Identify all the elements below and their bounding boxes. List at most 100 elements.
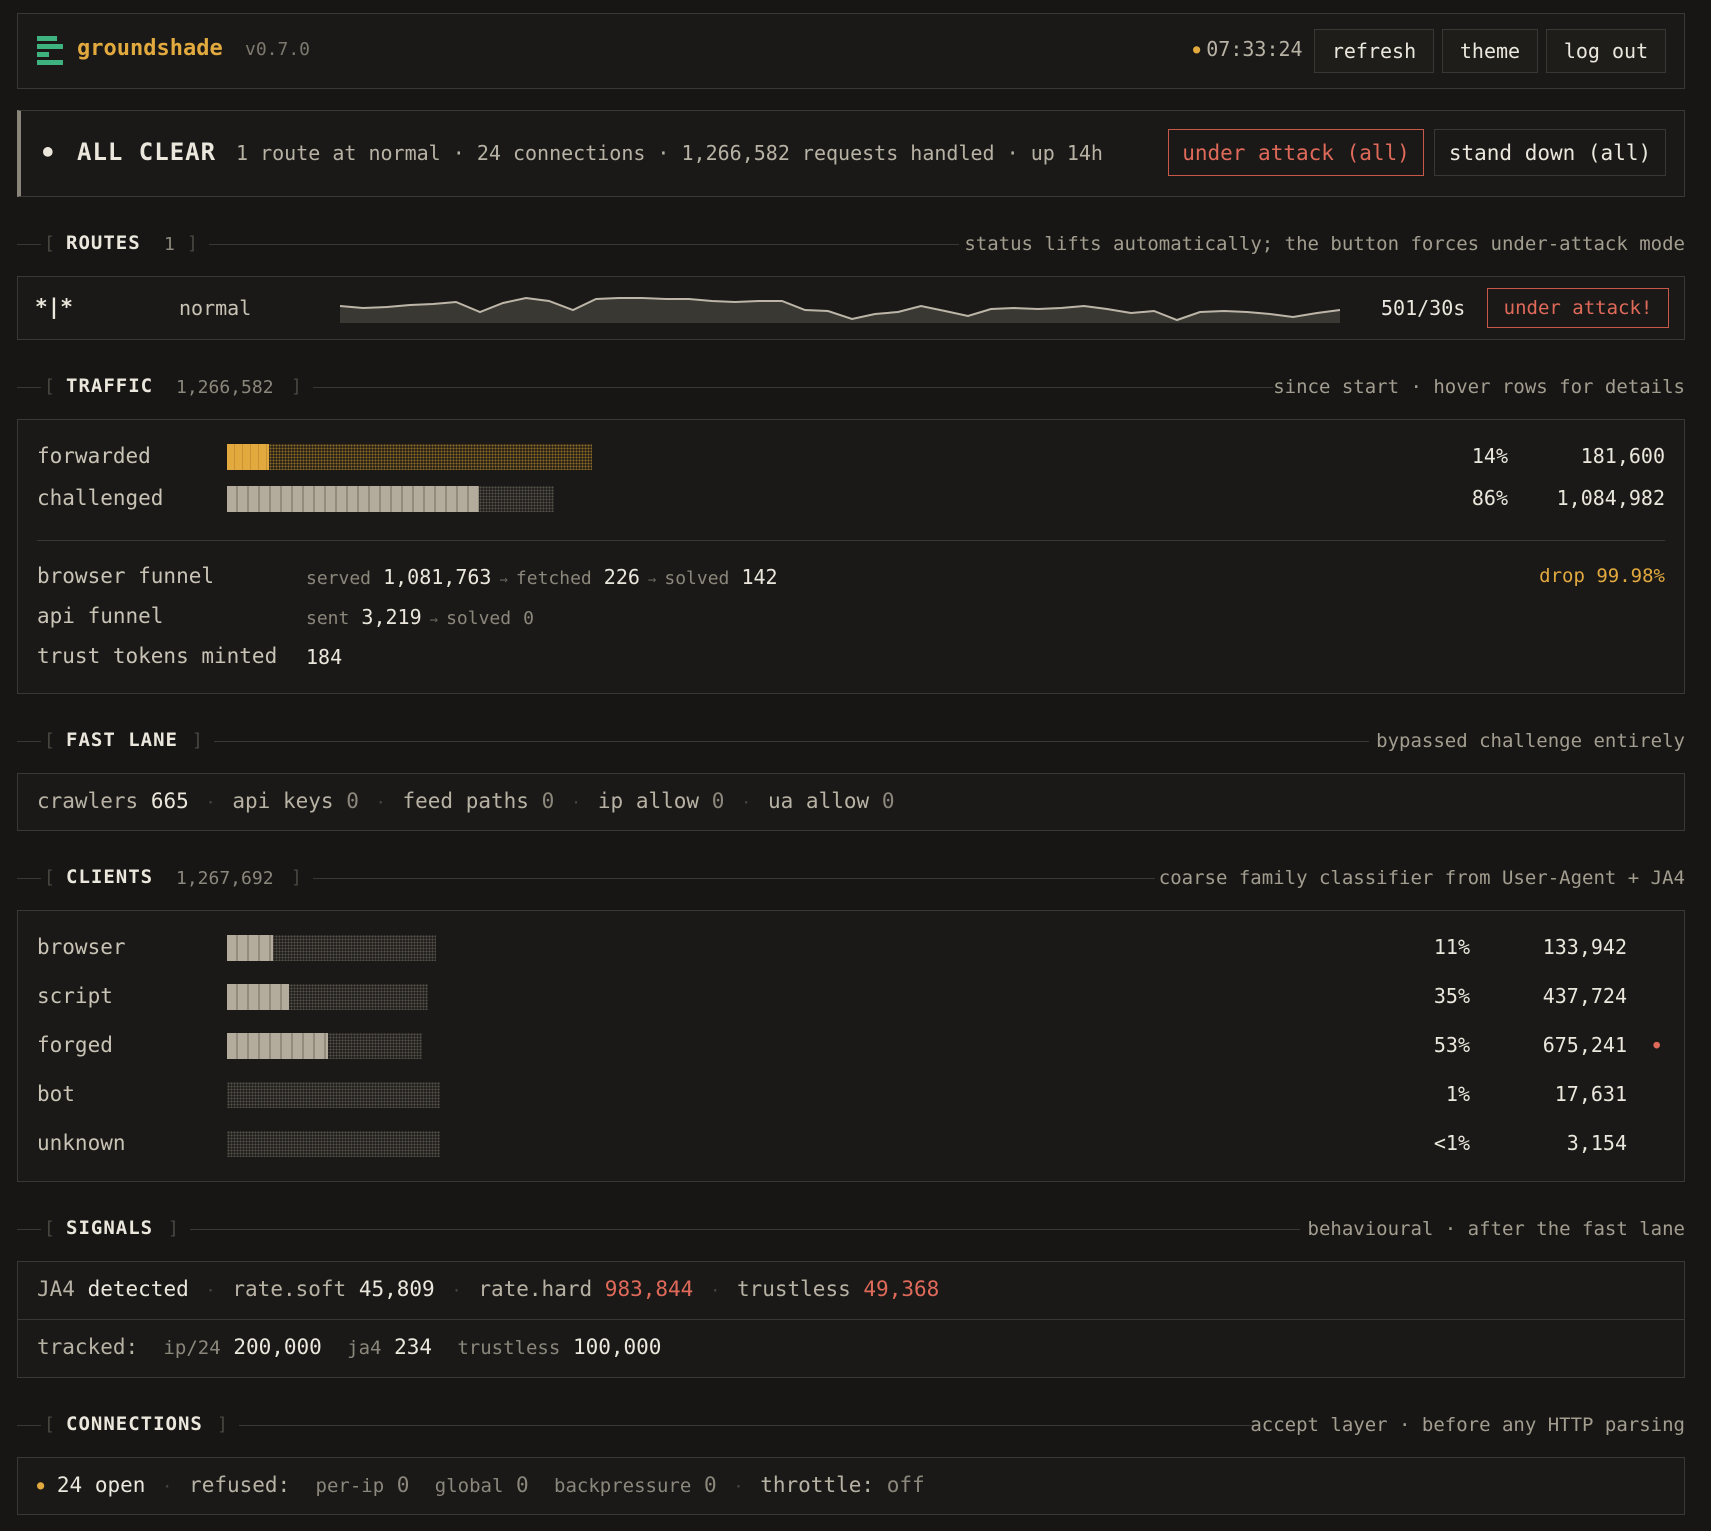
- signals-counts: JA4 detected · rate.soft 45,809 · rate.hard …: [37, 1277, 940, 1301]
- bar-fill: [227, 935, 273, 961]
- fastlane-item: ua allow 0: [768, 789, 895, 813]
- connections-row: ● 24 open · refused: per-ip 0 global 0 bac…: [37, 1473, 925, 1497]
- bot-bar: [227, 1082, 440, 1108]
- row-label: forwarded: [37, 444, 151, 468]
- row-value: 133,942: [1542, 935, 1627, 959]
- app-version: v0.7.0: [245, 39, 311, 60]
- open-dot-icon: ●: [37, 1478, 45, 1492]
- forged-bar: [227, 1033, 422, 1059]
- top-bar: groundshade v0.7.0 ● 07:33:24 refresh the…: [17, 13, 1685, 89]
- signals-tracked: tracked: ip/24 200,000 ja4 234 trustless…: [37, 1335, 662, 1359]
- section-title: SIGNALS: [66, 1217, 154, 1239]
- row-label: unknown: [37, 1131, 126, 1155]
- traffic-section-header: [ TRAFFIC 1,266,582 ] since start · hove…: [17, 373, 1685, 403]
- arrow-icon: →: [429, 612, 439, 628]
- row-percent: 53%: [1433, 1033, 1470, 1057]
- row-label: bot: [37, 1082, 75, 1106]
- browser-funnel: served 1,081,763 → fetched 226 → solved 142: [306, 565, 778, 589]
- unknown-bar: [227, 1131, 440, 1157]
- route-pattern: *|*: [35, 295, 73, 319]
- status-summary: 1 route at normal · 24 connections · 1,2…: [236, 141, 1103, 165]
- status-title: ALL CLEAR: [77, 138, 217, 166]
- clock-time: 07:33:24: [1206, 37, 1303, 61]
- section-note: coarse family classifier from User-Agent…: [1158, 867, 1685, 889]
- row-percent: 11%: [1433, 935, 1470, 959]
- row-value: 675,241: [1542, 1033, 1627, 1057]
- trust-tokens-label: trust tokens minted: [37, 644, 278, 668]
- browser-bar: [227, 935, 436, 961]
- browser-funnel-label: browser funnel: [37, 564, 215, 588]
- row-label: challenged: [37, 486, 164, 510]
- route-status: normal: [179, 296, 252, 320]
- fastlane-item: crawlers 665: [37, 789, 189, 813]
- section-note: accept layer · before any HTTP parsing: [1250, 1414, 1685, 1436]
- challenged-bar: [227, 486, 554, 512]
- stand-down-all-button[interactable]: stand down (all): [1434, 129, 1666, 176]
- logo-icon: [37, 36, 63, 66]
- route-rate: 501/30s: [1381, 296, 1466, 320]
- section-note: bypassed challenge entirely: [1376, 730, 1685, 752]
- connections-panel: ● 24 open · refused: per-ip 0 global 0 bac…: [17, 1457, 1685, 1515]
- bar-fill: [227, 984, 289, 1010]
- row-value: 181,600: [1580, 444, 1665, 468]
- forwarded-bar: [227, 444, 592, 470]
- fastlane-item: api keys 0: [232, 789, 359, 813]
- fastlane-item: feed paths 0: [402, 789, 555, 813]
- alert-dot-icon: ●: [1653, 1038, 1660, 1051]
- row-label: script: [37, 984, 113, 1008]
- status-dot-icon: ●: [43, 141, 53, 160]
- under-attack-all-button[interactable]: under attack (all): [1168, 129, 1424, 176]
- row-percent: 86%: [1471, 486, 1508, 510]
- trust-tokens-value: 184: [306, 645, 343, 669]
- refresh-button[interactable]: refresh: [1314, 29, 1434, 73]
- section-title: CONNECTIONS: [66, 1413, 203, 1435]
- row-value: 1,084,982: [1556, 486, 1665, 510]
- section-note: behavioural · after the fast lane: [1307, 1218, 1686, 1240]
- row-percent: <1%: [1433, 1131, 1470, 1155]
- api-funnel-label: api funnel: [37, 604, 164, 628]
- row-percent: 1%: [1445, 1082, 1470, 1106]
- fastlane-section-header: [ FAST LANE ] bypassed challenge entirel…: [17, 727, 1685, 757]
- section-count: 1,266,582: [176, 377, 274, 398]
- bar-fill: [227, 1033, 328, 1059]
- section-title: CLIENTS: [66, 866, 154, 888]
- row-value: 17,631: [1554, 1082, 1627, 1106]
- section-count: 1: [164, 234, 175, 255]
- section-title: ROUTES: [66, 232, 141, 254]
- status-banner: ● ALL CLEAR 1 route at normal · 24 conne…: [17, 110, 1685, 197]
- clock: ● 07:33:24: [1193, 37, 1303, 61]
- traffic-panel: forwarded 14% 181,600 challenged 86% 1,0…: [17, 419, 1685, 694]
- route-under-attack-button[interactable]: under attack!: [1487, 288, 1669, 328]
- row-value: 437,724: [1542, 984, 1627, 1008]
- fastlane-panel: crawlers 665 · api keys 0 · feed paths 0 · ip …: [17, 773, 1685, 831]
- row-label: forged: [37, 1033, 113, 1057]
- routes-panel: *|* normal 501/30s under attack!: [17, 276, 1685, 340]
- signals-panel: JA4 detected · rate.soft 45,809 · rate.hard …: [17, 1261, 1685, 1378]
- row-value: 3,154: [1566, 1131, 1627, 1155]
- routes-section-header: [ ROUTES 1 ] status lifts automatically;…: [17, 230, 1685, 260]
- section-note: status lifts automatically; the button f…: [964, 233, 1685, 255]
- section-note: since start · hover rows for details: [1273, 376, 1685, 398]
- app-name: groundshade: [77, 36, 223, 61]
- live-dot-icon: ●: [1193, 42, 1201, 56]
- bar-fill: [227, 486, 479, 512]
- api-funnel: sent 3,219 → solved 0: [306, 605, 534, 629]
- clients-panel: browser 11% 133,942 script 35% 437,724 f…: [17, 910, 1685, 1182]
- section-count: 1,267,692: [176, 868, 274, 889]
- fastlane-item: ip allow 0: [597, 789, 725, 813]
- logout-button[interactable]: log out: [1546, 29, 1666, 73]
- row-label: browser: [37, 935, 126, 959]
- arrow-icon: →: [499, 572, 508, 588]
- row-percent: 14%: [1471, 444, 1508, 468]
- route-sparkline: [340, 296, 1340, 323]
- clients-section-header: [ CLIENTS 1,267,692 ] coarse family clas…: [17, 864, 1685, 894]
- connections-section-header: [ CONNECTIONS ] accept layer · before an…: [17, 1411, 1685, 1441]
- row-percent: 35%: [1433, 984, 1470, 1008]
- theme-button[interactable]: theme: [1442, 29, 1538, 73]
- script-bar: [227, 984, 428, 1010]
- section-title: TRAFFIC: [66, 375, 154, 397]
- browser-funnel-drop: drop 99.98%: [1539, 565, 1665, 587]
- section-title: FAST LANE: [66, 729, 178, 751]
- fastlane-items: crawlers 665 · api keys 0 · feed paths 0 · ip …: [37, 789, 895, 813]
- arrow-icon: →: [647, 572, 657, 588]
